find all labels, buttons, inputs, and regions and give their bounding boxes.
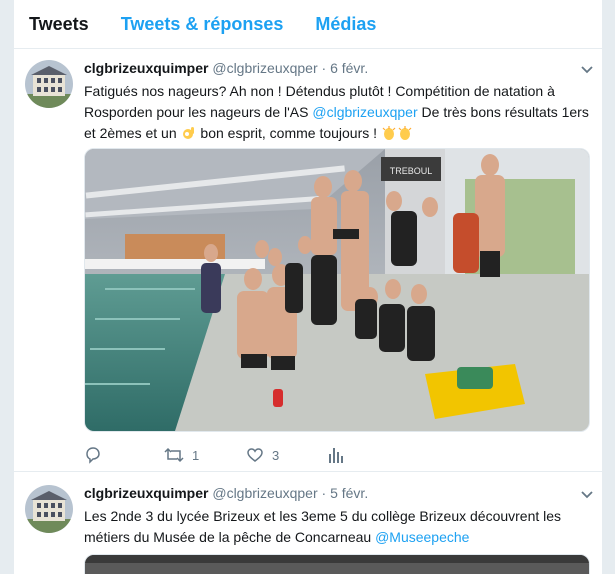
mention-link[interactable]: @Museepeche [375, 529, 469, 545]
tweet-date[interactable]: 5 févr. [330, 485, 368, 501]
chevron-down-icon[interactable] [580, 63, 594, 77]
tweet[interactable]: clgbrizeuxquimper @clgbrizeuxqper · 6 fé… [14, 49, 602, 472]
tweet-content: clgbrizeuxquimper @clgbrizeuxqper · 6 fé… [84, 59, 592, 144]
like-button[interactable]: 3 [246, 446, 279, 464]
tweet-header: clgbrizeuxquimper @clgbrizeuxqper · 6 fé… [84, 59, 592, 77]
reply-icon [86, 447, 100, 464]
tweet-content: clgbrizeuxquimper @clgbrizeuxqper · 5 fé… [84, 484, 592, 548]
tweet-text-part: Les 2nde 3 du lycée Brizeux et les 3eme … [84, 508, 562, 545]
author-name[interactable]: clgbrizeuxquimper [84, 485, 208, 501]
separator: · [321, 60, 327, 76]
like-count: 3 [272, 447, 280, 463]
tweet[interactable]: clgbrizeuxquimper @clgbrizeuxqper · 5 fé… [14, 472, 602, 574]
tab-tweets-and-replies[interactable]: Tweets & réponses [105, 14, 300, 35]
swimming-team-photo-image: TREBOUL [85, 149, 589, 431]
timeline-tabs: Tweets Tweets & réponses Médias [14, 0, 602, 49]
tweet-photo[interactable]: TREBOUL [84, 148, 590, 432]
heart-icon [247, 448, 263, 462]
tweet-text: Les 2nde 3 du lycée Brizeux et les 3eme … [84, 506, 592, 548]
tweet-photo[interactable] [84, 554, 590, 574]
analytics-bar-chart-icon [329, 448, 343, 463]
pool-sign-text: TREBOUL [390, 166, 433, 176]
author-name[interactable]: clgbrizeuxquimper [84, 60, 208, 76]
tweet-actions: 1 3 [84, 445, 384, 465]
mention-link[interactable]: @clgbrizeuxqper [312, 104, 417, 120]
separator: · [321, 485, 327, 501]
author-handle[interactable]: @clgbrizeuxqper [212, 485, 317, 501]
retweet-icon [164, 447, 184, 463]
tweet-header: clgbrizeuxquimper @clgbrizeuxqper · 5 fé… [84, 484, 592, 502]
chevron-down-icon[interactable] [580, 488, 594, 502]
avatar[interactable] [25, 60, 73, 108]
school-building-avatar-icon [25, 485, 73, 533]
tweet-text: Fatigués nos nageurs? Ah non ! Détendus … [84, 81, 592, 144]
author-handle[interactable]: @clgbrizeuxqper [212, 60, 317, 76]
profile-timeline-panel: Tweets Tweets & réponses Médias clgbrize… [14, 0, 602, 574]
retweet-button[interactable]: 1 [164, 446, 199, 464]
analytics-button[interactable] [328, 446, 344, 464]
tab-tweets[interactable]: Tweets [14, 14, 105, 35]
school-building-avatar-icon [25, 60, 73, 108]
tweet-date[interactable]: 6 févr. [330, 60, 368, 76]
ok-hand-emoji-icon [182, 127, 194, 139]
reply-button[interactable] [84, 446, 110, 464]
museum-visit-photo-image [85, 555, 589, 574]
clapping-hands-emoji-icon [382, 126, 396, 140]
clapping-hands-emoji-icon [398, 126, 412, 140]
tweet-text-part: bon esprit, comme toujours ! [196, 125, 381, 141]
tab-media[interactable]: Médias [299, 14, 392, 35]
avatar[interactable] [25, 485, 73, 533]
retweet-count: 1 [192, 447, 200, 463]
